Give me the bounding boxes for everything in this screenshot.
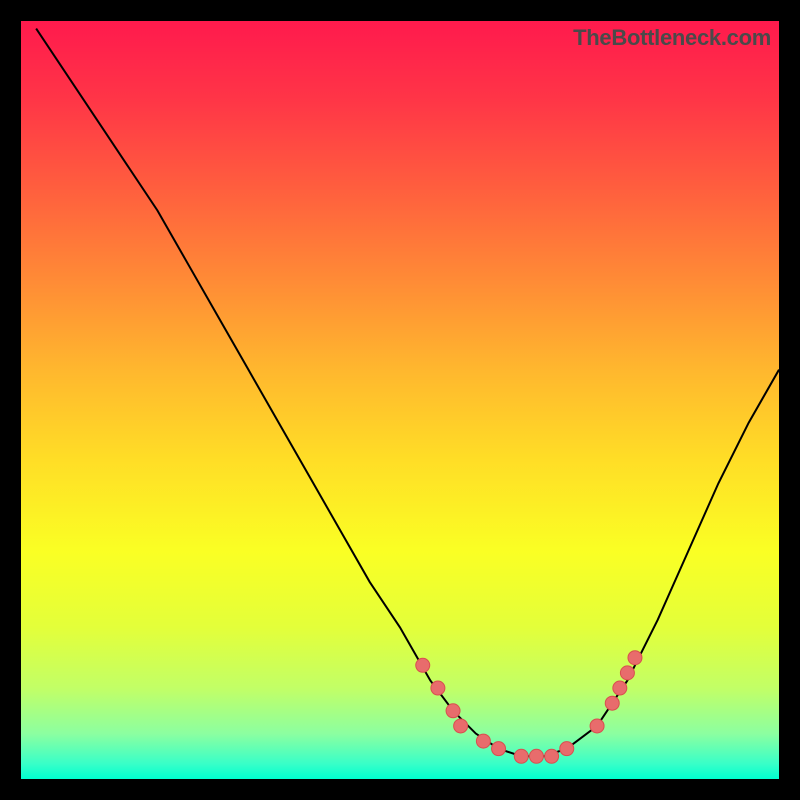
chart-marker [454, 719, 468, 733]
chart-marker [613, 681, 627, 695]
chart-marker [620, 666, 634, 680]
chart-svg [21, 21, 779, 779]
chart-marker [416, 658, 430, 672]
chart-marker [476, 734, 490, 748]
chart-marker [529, 749, 543, 763]
chart-marker [545, 749, 559, 763]
chart-stage: TheBottleneck.com [0, 0, 800, 800]
chart-marker [628, 651, 642, 665]
chart-marker [590, 719, 604, 733]
chart-marker-group [416, 651, 642, 764]
plot-area: TheBottleneck.com [21, 21, 779, 779]
chart-marker [431, 681, 445, 695]
chart-line-group [36, 29, 779, 757]
chart-line [36, 29, 779, 757]
chart-marker [514, 749, 528, 763]
chart-marker [560, 742, 574, 756]
chart-marker [605, 696, 619, 710]
chart-marker [446, 704, 460, 718]
chart-marker [492, 742, 506, 756]
